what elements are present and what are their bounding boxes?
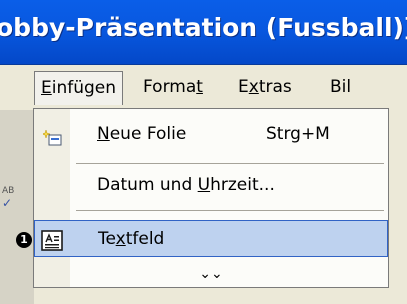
expand-chevrons-icon[interactable]: ⌄⌄ bbox=[34, 265, 388, 283]
neue-folie-shortcut: Strg+M bbox=[266, 124, 330, 144]
menu-einfuegen[interactable]: Einfügen bbox=[34, 71, 124, 105]
window-title: obby-Präsentation (Fussball)] bbox=[0, 13, 407, 42]
textbox-icon bbox=[41, 228, 63, 265]
menu-bil[interactable]: Bil bbox=[324, 71, 357, 103]
menu-separator bbox=[76, 210, 384, 211]
callout-badge: 1 bbox=[16, 232, 32, 248]
menu-item-neue-folie[interactable]: Neue Folie Strg+M bbox=[34, 116, 388, 153]
neue-folie-label: Neue Folie bbox=[97, 124, 187, 144]
background-text: AB bbox=[2, 186, 15, 196]
menu-extras[interactable]: Extras bbox=[232, 71, 298, 103]
menu-separator bbox=[76, 163, 384, 164]
new-slide-icon bbox=[41, 125, 63, 162]
window-titlebar: obby-Präsentation (Fussball)] bbox=[0, 0, 407, 65]
textfeld-label: Textfeld bbox=[98, 229, 165, 249]
menu-format[interactable]: Format bbox=[137, 71, 209, 103]
menu-item-textfeld[interactable]: Textfeld bbox=[34, 220, 388, 257]
menu-item-datum-uhrzeit[interactable]: Datum und Uhrzeit... bbox=[34, 167, 388, 204]
background-check-glyph: ✓ bbox=[2, 196, 13, 210]
datum-uhrzeit-label: Datum und Uhrzeit... bbox=[97, 175, 275, 195]
insert-menu-dropdown: Neue Folie Strg+M Datum und Uhrzeit... T… bbox=[33, 108, 389, 288]
menu-bar: Einfügen Format Extras Bil bbox=[0, 65, 407, 109]
